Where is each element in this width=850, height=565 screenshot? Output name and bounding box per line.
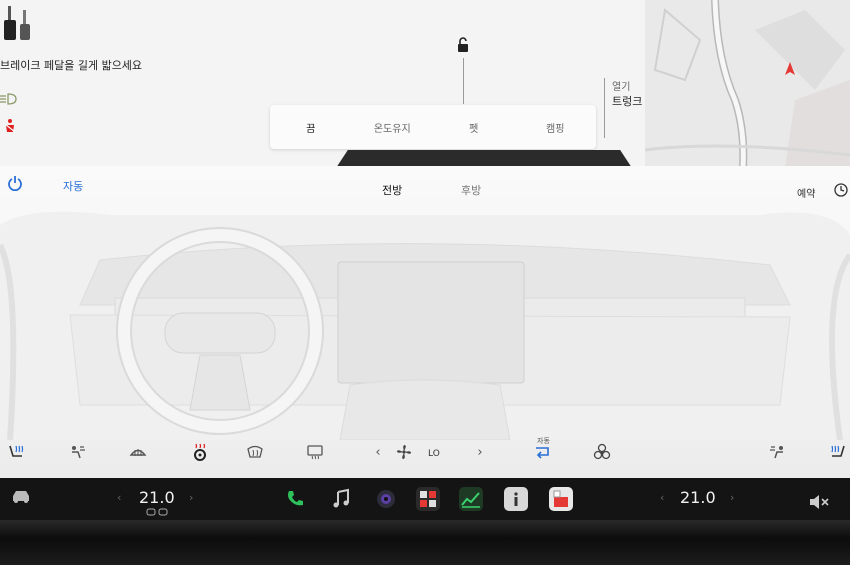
navigation-map[interactable] <box>645 0 850 168</box>
passenger-temp-down-icon[interactable]: ‹ <box>660 491 664 504</box>
mode-camp[interactable]: 캠핑 <box>515 120 597 135</box>
auto-climate-button[interactable]: 자동 <box>63 178 83 194</box>
fan-decrease-icon[interactable]: ‹ <box>368 443 388 461</box>
trunk-leader-line <box>604 78 605 138</box>
front-defrost-icon[interactable] <box>128 443 148 461</box>
unlock-icon[interactable] <box>456 37 470 53</box>
toybox-app-icon[interactable] <box>549 487 573 511</box>
lock-leader-line <box>463 58 464 104</box>
driver-seat-heat-icon[interactable] <box>6 443 26 461</box>
driver-temperature[interactable]: 21.0 <box>139 488 175 507</box>
screen-bezel <box>0 520 850 565</box>
mode-selector: 끔 온도유지 펫 캠핑 <box>270 105 596 149</box>
driver-temp-up-icon[interactable]: › <box>189 491 193 504</box>
clock-icon[interactable] <box>834 183 848 197</box>
app-launcher-icon[interactable] <box>416 487 440 511</box>
driver-temp-down-icon[interactable]: ‹ <box>117 491 121 504</box>
passenger-temperature[interactable]: 21.0 <box>680 488 716 507</box>
schedule-button[interactable]: 예약 <box>797 185 815 200</box>
passenger-airflow-icon[interactable] <box>768 443 788 461</box>
brake-message: 브레이크 페달을 길게 밟으세요 <box>0 59 143 72</box>
energy-app-icon[interactable] <box>459 487 483 511</box>
steering-wheel-heat-icon[interactable] <box>190 443 210 461</box>
volume-mute-icon[interactable] <box>808 494 830 510</box>
cabin-interior-illustration <box>0 211 850 440</box>
phone-app-icon[interactable] <box>283 487 307 511</box>
vehicle-status-panel: 브레이크 페달을 길게 밟으세요 열기 트렁크 끔 온도유지 펫 캠핑 <box>0 0 850 168</box>
driver-airflow-icon[interactable] <box>67 443 87 461</box>
music-app-icon[interactable] <box>329 487 353 511</box>
camera-app-icon[interactable] <box>374 487 398 511</box>
seatbelt-warning-icon <box>4 119 16 133</box>
headlight-icon <box>0 93 17 105</box>
passenger-seat-heat-icon[interactable] <box>828 443 848 461</box>
recirculation-icon[interactable] <box>532 443 552 461</box>
tab-rear[interactable]: 후방 <box>461 182 481 198</box>
mode-pet[interactable]: 펫 <box>433 120 515 135</box>
trunk-open-label[interactable]: 열기 <box>612 78 630 93</box>
seat-sync-icon <box>146 508 168 516</box>
manual-app-icon[interactable] <box>504 487 528 511</box>
power-icon[interactable] <box>7 175 23 191</box>
tab-front[interactable]: 전방 <box>382 182 402 198</box>
fan-speed-label: LO <box>428 449 440 459</box>
fan-icon <box>394 443 414 461</box>
bioweapon-defense-icon[interactable] <box>592 443 612 461</box>
mode-keep-climate[interactable]: 온도유지 <box>352 120 434 135</box>
brake-pedal-icon <box>4 6 30 40</box>
mode-off[interactable]: 끔 <box>270 120 352 135</box>
trunk-label[interactable]: 트렁크 <box>612 93 642 109</box>
rear-defrost-icon[interactable] <box>305 443 325 461</box>
car-icon[interactable] <box>10 488 32 504</box>
front-windshield-defrost-icon[interactable] <box>245 443 265 461</box>
fan-increase-icon[interactable]: › <box>470 443 490 461</box>
screen: 브레이크 페달을 길게 밟으세요 열기 트렁크 끔 온도유지 펫 캠핑 자동 전… <box>0 0 850 478</box>
passenger-temp-up-icon[interactable]: › <box>730 491 734 504</box>
